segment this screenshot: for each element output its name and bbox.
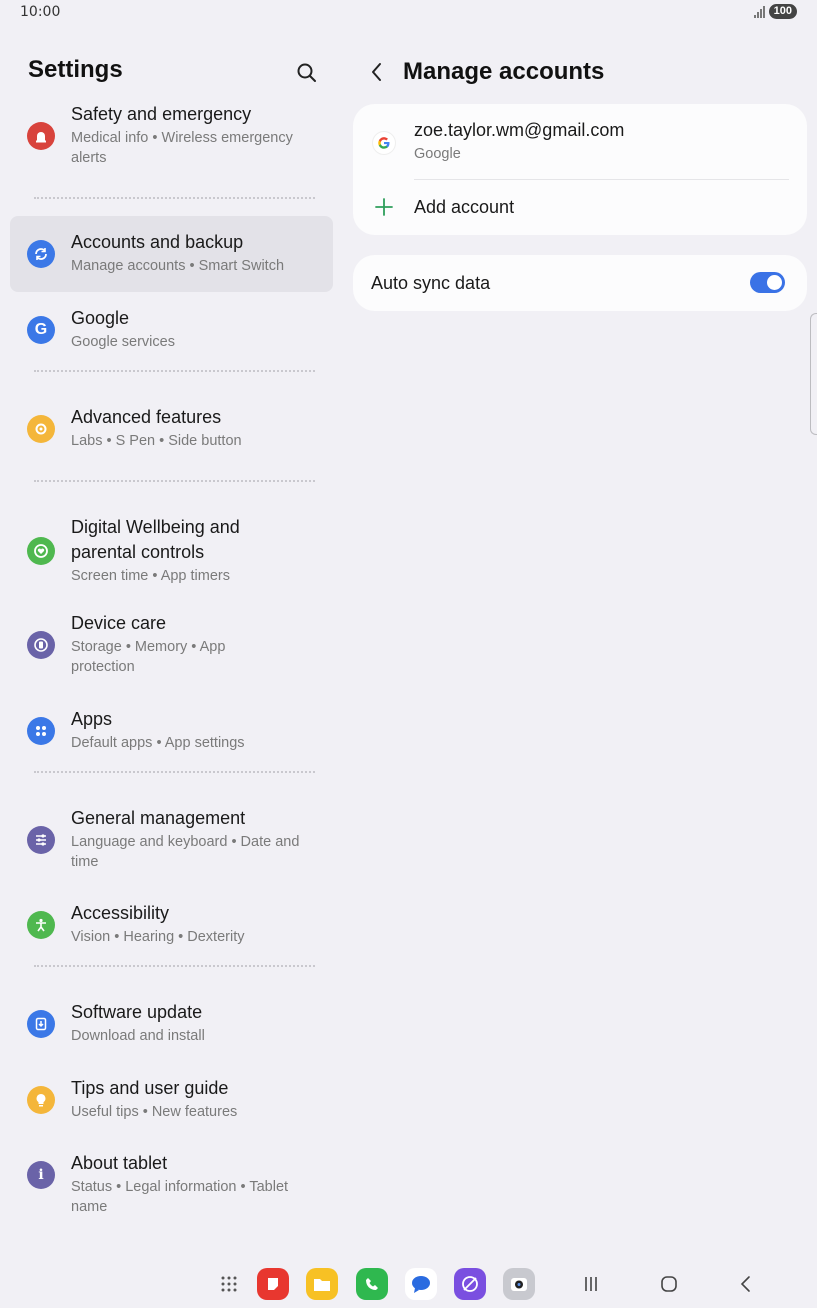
page-title: Manage accounts bbox=[403, 58, 605, 85]
divider bbox=[34, 370, 315, 372]
add-account-label: Add account bbox=[414, 197, 515, 217]
status-bar: 10:00 100 bbox=[0, 0, 817, 26]
menu-item-apps[interactable]: Apps Default apps • App settings bbox=[10, 707, 333, 757]
sync-icon bbox=[27, 240, 55, 268]
recents-nav-icon[interactable] bbox=[579, 1272, 603, 1296]
menu-item-title: Advanced features bbox=[71, 407, 222, 427]
gear-plus-icon bbox=[27, 415, 55, 443]
accounts-card: zoe.taylor.wm@gmail.com Google Add accou… bbox=[353, 104, 807, 235]
auto-sync-card[interactable]: Auto sync data bbox=[353, 255, 807, 311]
menu-item-google[interactable]: G Google Google services bbox=[10, 292, 333, 368]
taskbar bbox=[0, 1262, 817, 1308]
apps-grid-icon[interactable] bbox=[213, 1268, 245, 1300]
menu-item-subtitle: Storage • Memory • App protection bbox=[71, 639, 226, 675]
menu-item-title: Google bbox=[71, 308, 130, 328]
siren-icon bbox=[27, 122, 55, 150]
back-arrow-icon[interactable] bbox=[365, 60, 389, 84]
menu-item-subtitle: Labs • S Pen • Side button bbox=[71, 433, 242, 449]
divider bbox=[34, 197, 315, 199]
menu-item-about-tablet[interactable]: i About tablet Status • Legal informatio… bbox=[10, 1151, 333, 1221]
menu-item-subtitle: Status • Legal information • Tablet name bbox=[71, 1179, 289, 1215]
menu-item-digital-wellbeing[interactable]: Digital Wellbeing and parental controls … bbox=[10, 515, 333, 611]
menu-item-subtitle: Default apps • App settings bbox=[71, 735, 245, 751]
notes-app-icon[interactable] bbox=[257, 1268, 289, 1300]
info-icon: i bbox=[27, 1161, 55, 1189]
plus-icon bbox=[375, 198, 393, 216]
auto-sync-toggle[interactable] bbox=[750, 272, 785, 293]
menu-item-subtitle: Google services bbox=[71, 334, 175, 350]
auto-sync-label: Auto sync data bbox=[371, 273, 491, 293]
menu-item-title: Safety and emergency bbox=[71, 104, 252, 124]
camera-app-icon[interactable] bbox=[503, 1268, 535, 1300]
bulb-icon bbox=[27, 1086, 55, 1114]
account-row-google[interactable]: zoe.taylor.wm@gmail.com Google bbox=[353, 118, 807, 178]
settings-menu: Safety and emergency Medical info • Wire… bbox=[10, 100, 333, 1221]
wellbeing-icon bbox=[27, 537, 55, 565]
menu-item-title: Software update bbox=[71, 1002, 203, 1022]
menu-item-subtitle: Manage accounts • Smart Switch bbox=[71, 258, 285, 274]
apps-icon bbox=[27, 717, 55, 745]
menu-item-subtitle: Language and keyboard • Date and time bbox=[71, 834, 300, 870]
menu-item-tips-guide[interactable]: Tips and user guide Useful tips • New fe… bbox=[10, 1076, 333, 1151]
back-nav-icon[interactable] bbox=[734, 1272, 758, 1296]
status-icons: 100 bbox=[753, 4, 797, 19]
battery-indicator: 100 bbox=[768, 4, 797, 19]
search-icon[interactable] bbox=[294, 60, 320, 86]
phone-app-icon[interactable] bbox=[356, 1268, 388, 1300]
files-app-icon[interactable] bbox=[306, 1268, 338, 1300]
settings-list-pane: Settings Safety and emergency Medical in… bbox=[0, 40, 345, 1260]
home-nav-icon[interactable] bbox=[657, 1272, 681, 1296]
menu-item-software-update[interactable]: Software update Download and install bbox=[10, 1000, 333, 1076]
device-care-icon bbox=[27, 631, 55, 659]
divider bbox=[34, 965, 315, 967]
menu-item-subtitle: Screen time • App timers bbox=[71, 568, 230, 584]
status-time: 10:00 bbox=[20, 4, 61, 20]
sliders-icon bbox=[27, 826, 55, 854]
browser-app-icon[interactable] bbox=[454, 1268, 486, 1300]
menu-item-title: Digital Wellbeing and parental controls bbox=[71, 517, 240, 562]
menu-item-subtitle: Medical info • Wireless emergency alerts bbox=[71, 130, 293, 166]
edge-panel-handle[interactable] bbox=[810, 313, 817, 435]
menu-item-title: About tablet bbox=[71, 1153, 168, 1173]
menu-item-subtitle: Useful tips • New features bbox=[71, 1104, 238, 1120]
messages-app-icon[interactable] bbox=[405, 1268, 437, 1300]
add-account-button[interactable]: Add account bbox=[353, 184, 807, 230]
menu-item-subtitle: Vision • Hearing • Dexterity bbox=[71, 929, 245, 945]
account-type: Google bbox=[414, 146, 461, 162]
divider bbox=[34, 771, 315, 773]
menu-item-title: Accessibility bbox=[71, 903, 170, 923]
google-logo-icon bbox=[373, 132, 395, 154]
download-icon bbox=[27, 1010, 55, 1038]
menu-item-safety[interactable]: Safety and emergency Medical info • Wire… bbox=[10, 100, 333, 172]
menu-item-device-care[interactable]: Device care Storage • Memory • App prote… bbox=[10, 611, 333, 707]
menu-item-title: Device care bbox=[71, 613, 167, 633]
menu-item-accounts-backup[interactable]: Accounts and backup Manage accounts • Sm… bbox=[10, 216, 333, 292]
divider bbox=[34, 480, 315, 482]
menu-item-title: Apps bbox=[71, 709, 113, 729]
menu-item-general-management[interactable]: General management Language and keyboard… bbox=[10, 806, 333, 901]
signal-icon bbox=[753, 5, 765, 18]
card-divider bbox=[414, 179, 789, 180]
menu-item-title: Accounts and backup bbox=[71, 232, 244, 252]
menu-item-accessibility[interactable]: Accessibility Vision • Hearing • Dexteri… bbox=[10, 901, 333, 951]
settings-title: Settings bbox=[28, 56, 123, 83]
menu-item-advanced-features[interactable]: Advanced features Labs • S Pen • Side bu… bbox=[10, 405, 333, 465]
menu-item-title: General management bbox=[71, 808, 246, 828]
accessibility-icon bbox=[27, 911, 55, 939]
google-icon: G bbox=[27, 316, 55, 344]
account-email: zoe.taylor.wm@gmail.com bbox=[414, 120, 625, 140]
menu-item-title: Tips and user guide bbox=[71, 1078, 229, 1098]
menu-item-subtitle: Download and install bbox=[71, 1028, 205, 1044]
